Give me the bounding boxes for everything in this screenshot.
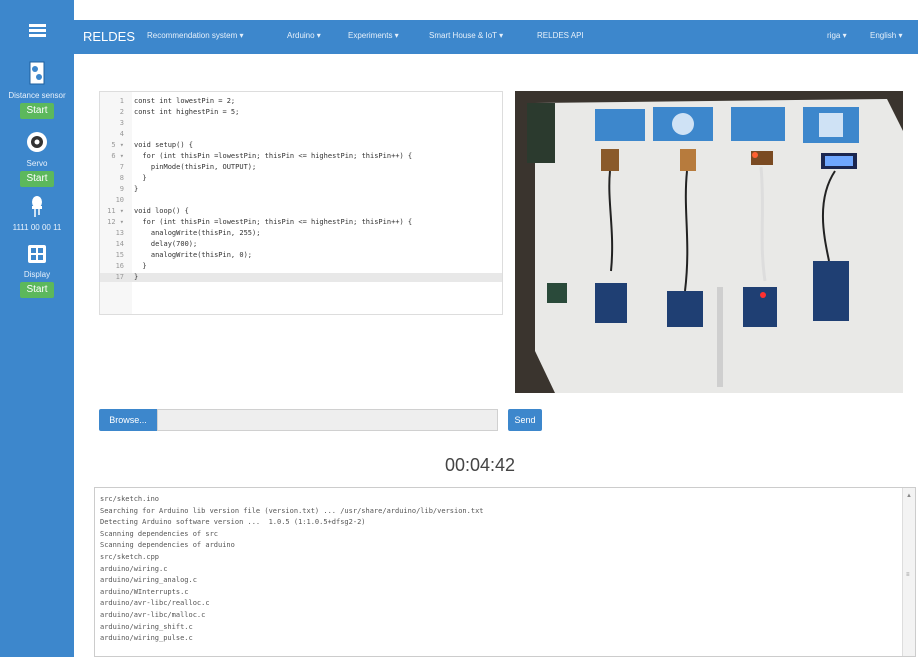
- code-text: const int lowestPin = 2;: [134, 97, 236, 105]
- code-text: void loop() {: [134, 207, 189, 215]
- console-line: Scanning dependencies of arduino: [100, 541, 235, 550]
- send-button[interactable]: Send: [508, 409, 542, 431]
- console-line: Searching for Arduino lib version file (…: [100, 506, 484, 515]
- line-number: 12 ▾: [107, 218, 124, 226]
- code-line[interactable]: 13 analogWrite(thisPin, 255);: [100, 229, 502, 238]
- lab-stand-image: [515, 91, 903, 393]
- code-line[interactable]: 2 const int highestPin = 5;: [100, 108, 502, 117]
- line-number: 10: [115, 196, 124, 204]
- code-text: }: [134, 273, 139, 281]
- console-line: src/sketch.ino: [100, 495, 160, 503]
- start-display-button[interactable]: Start: [20, 282, 54, 298]
- code-line[interactable]: 15 analogWrite(thisPin, 0);: [100, 251, 502, 260]
- line-number: 4: [119, 130, 124, 138]
- code-text: analogWrite(thisPin, 0);: [134, 251, 253, 259]
- console-line: Scanning dependencies of src: [100, 529, 219, 538]
- nav-smart-house-iot[interactable]: Smart House & IoT ▾: [429, 31, 503, 40]
- nav-language-menu[interactable]: English ▾: [870, 31, 902, 40]
- nav-experiments[interactable]: Experiments ▾: [348, 31, 399, 40]
- code-line[interactable]: 11 ▾ void loop() {: [100, 207, 502, 216]
- code-text: }: [134, 174, 147, 182]
- code-line[interactable]: 17}: [100, 273, 502, 282]
- console-output[interactable]: ▲ ≡ src/sketch.ino Searching for Arduino …: [94, 487, 916, 657]
- console-line: arduino/wiring.c: [100, 564, 168, 573]
- code-line[interactable]: 8 }: [100, 174, 502, 183]
- console-line: arduino/wiring_pulse.c: [100, 634, 193, 643]
- line-number: 13: [115, 229, 124, 237]
- code-editor[interactable]: 1 const int lowestPin = 2; 2 const int high…: [99, 91, 503, 315]
- console-line: arduino/WInterrupts.c: [100, 587, 189, 596]
- code-line[interactable]: 5 ▾ void setup() {: [100, 141, 502, 150]
- scroll-grip-icon[interactable]: ≡: [906, 572, 910, 578]
- code-line[interactable]: 7 pinMode(thisPin, OUTPUT);: [100, 163, 502, 172]
- browse-button[interactable]: Browse...: [99, 409, 157, 431]
- nav-reldes-api[interactable]: RELDES API: [537, 31, 584, 40]
- code-line[interactable]: 16 }: [100, 262, 502, 271]
- device-label: Distance sensor: [8, 91, 66, 100]
- console-line: arduino/wiring_analog.c: [100, 576, 197, 585]
- device-display: Display Start: [0, 243, 74, 298]
- line-number: 8: [119, 174, 124, 182]
- code-line[interactable]: 14 delay(700);: [100, 240, 502, 249]
- line-number: 9: [119, 185, 124, 193]
- nav-arduino[interactable]: Arduino ▾: [287, 31, 321, 40]
- code-text: for (int thisPin =lowestPin; thisPin <= …: [134, 218, 413, 226]
- code-text: }: [134, 185, 139, 193]
- code-line[interactable]: 3: [100, 119, 502, 128]
- sidebar: Distance sensor Start Servo Start 1111 0…: [0, 0, 74, 657]
- line-number: 17: [115, 273, 124, 281]
- camera-feed: [515, 91, 903, 393]
- code-line[interactable]: 4: [100, 130, 502, 139]
- line-number: 3: [119, 119, 124, 127]
- line-number: 16: [115, 262, 124, 270]
- code-text: void setup() {: [134, 141, 194, 149]
- line-number: 2: [119, 108, 124, 116]
- led-icon: [32, 196, 42, 217]
- console-line: arduino/wiring_shift.c: [100, 622, 193, 631]
- start-servo-button[interactable]: Start: [20, 171, 54, 187]
- console-line: arduino/avr-libc/realloc.c: [100, 599, 210, 608]
- line-number: 14: [115, 240, 124, 248]
- display-icon: [28, 245, 46, 263]
- device-label: Display: [23, 270, 51, 279]
- line-number: 5 ▾: [111, 141, 124, 149]
- hamburger-icon[interactable]: [29, 24, 46, 38]
- file-path-input[interactable]: [157, 409, 498, 431]
- line-number: 6 ▾: [111, 152, 124, 160]
- timer-display: 00:04:42: [444, 455, 516, 475]
- scroll-up-icon[interactable]: ▲: [906, 493, 912, 499]
- code-line[interactable]: 1 const int lowestPin = 2;: [100, 97, 502, 106]
- console-line: arduino/avr-libc/malloc.c: [100, 611, 206, 619]
- console-line: src/sketch.cpp: [100, 553, 160, 561]
- console-scrollbar[interactable]: ▲ ≡: [902, 488, 915, 656]
- device-led: 1111 00 00 11: [0, 194, 74, 232]
- code-line[interactable]: 10: [100, 196, 502, 205]
- start-distance-sensor-button[interactable]: Start: [20, 103, 54, 119]
- code-text: }: [134, 262, 147, 270]
- top-navbar: RELDES Recommendation system ▾ Arduino ▾…: [74, 20, 918, 54]
- nav-user-menu[interactable]: riga ▾: [827, 31, 847, 40]
- line-number: 11 ▾: [107, 207, 124, 215]
- line-number: 7: [119, 163, 124, 171]
- code-text: analogWrite(thisPin, 255);: [134, 229, 261, 237]
- line-number: 15: [115, 251, 124, 259]
- code-text: delay(700);: [134, 240, 198, 248]
- nav-recommendation-system[interactable]: Recommendation system ▾: [147, 31, 244, 40]
- device-servo: Servo Start: [0, 130, 74, 187]
- servo-icon: [27, 132, 47, 152]
- console-line: Detecting Arduino software version ... 1…: [100, 518, 366, 527]
- code-text: pinMode(thisPin, OUTPUT);: [134, 163, 257, 171]
- device-label: 1111 00 00 11: [12, 223, 62, 232]
- code-line[interactable]: 9}: [100, 185, 502, 194]
- code-line[interactable]: 12 ▾ for (int thisPin =lowestPin; thisPi…: [100, 218, 502, 227]
- code-text: for (int thisPin =lowestPin; thisPin <= …: [134, 152, 413, 160]
- line-number: 1: [119, 97, 124, 105]
- distance-sensor-icon: [29, 61, 45, 85]
- device-distance-sensor: Distance sensor Start: [0, 60, 74, 119]
- device-label: Servo: [26, 159, 48, 168]
- brand-link[interactable]: RELDES: [83, 29, 135, 44]
- code-line[interactable]: 6 ▾ for (int thisPin =lowestPin; thisPin…: [100, 152, 502, 161]
- code-text: const int highestPin = 5;: [134, 108, 240, 116]
